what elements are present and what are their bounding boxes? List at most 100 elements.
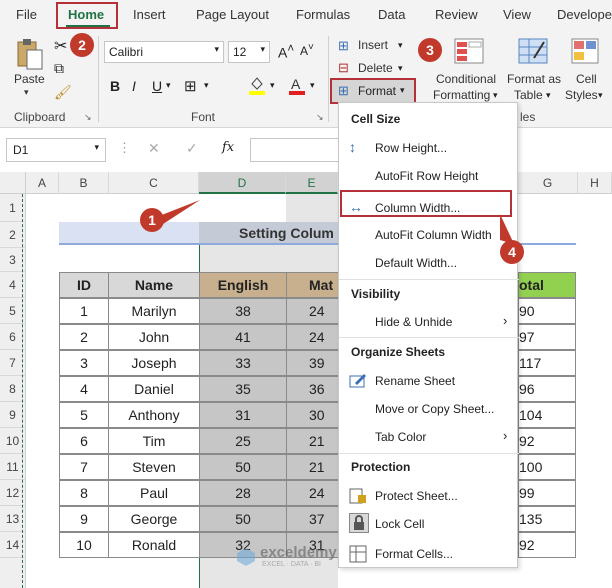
column-header-g[interactable]: G <box>518 172 578 194</box>
chevron-down-icon[interactable]: ▾ <box>493 90 498 101</box>
font-name-box[interactable]: Calibri ▾ <box>104 41 224 63</box>
cell-math[interactable]: 21 <box>286 428 339 454</box>
paste-dropdown-icon[interactable]: ▾ <box>24 87 29 98</box>
tab-page-layout[interactable]: Page Layout <box>196 7 269 22</box>
cell-total[interactable]: 90 <box>518 298 576 324</box>
cell-math[interactable]: 24 <box>286 298 339 324</box>
cell-english[interactable]: 31 <box>199 402 287 428</box>
cell-id[interactable]: 1 <box>59 298 109 324</box>
cell-styles-label-2[interactable]: Styles <box>565 88 598 102</box>
menu-item-rename-sheet[interactable]: Rename Sheet <box>375 374 455 388</box>
cell-math[interactable]: 24 <box>286 480 339 506</box>
active-cell-d1[interactable] <box>199 194 286 222</box>
menu-item-hide-unhide[interactable]: Hide & Unhide <box>375 315 452 329</box>
cell-name[interactable]: Paul <box>108 480 200 506</box>
cell-total[interactable]: 100 <box>518 454 576 480</box>
font-size-box[interactable]: 12 ▾ <box>228 41 270 63</box>
cell-english[interactable]: 38 <box>199 298 287 324</box>
format-as-table-label-2[interactable]: Table <box>514 88 543 102</box>
conditional-formatting-label-1[interactable]: Conditional <box>436 72 496 86</box>
tab-formulas[interactable]: Formulas <box>296 7 350 22</box>
copy-icon[interactable]: ⧉ <box>54 60 64 77</box>
menu-item-protect-sheet[interactable]: Protect Sheet... <box>375 489 458 503</box>
conditional-formatting-label-2[interactable]: Formatting <box>433 88 490 102</box>
chevron-down-icon[interactable]: ▾ <box>270 80 275 91</box>
font-launcher-icon[interactable]: ↘ <box>316 112 324 123</box>
chevron-down-icon[interactable]: ▾ <box>546 90 551 101</box>
tab-data[interactable]: Data <box>378 7 405 22</box>
select-all-corner[interactable] <box>0 172 26 194</box>
column-header-h[interactable]: H <box>578 172 612 194</box>
paste-label[interactable]: Paste <box>14 72 45 86</box>
cell-english[interactable]: 35 <box>199 376 287 402</box>
fill-color-icon[interactable] <box>248 75 266 95</box>
menu-item-autofit-column-width[interactable]: AutoFit Column Width <box>375 228 492 242</box>
cell-english[interactable]: 50 <box>199 506 287 532</box>
underline-icon[interactable]: U <box>152 78 162 94</box>
cell-id[interactable]: 10 <box>59 532 109 558</box>
cell-name[interactable]: Joseph <box>108 350 200 376</box>
cell-id[interactable]: 3 <box>59 350 109 376</box>
delete-cells-icon[interactable]: ⊟ <box>338 60 349 76</box>
menu-item-tab-color[interactable]: Tab Color <box>375 430 426 444</box>
menu-item-autofit-row-height[interactable]: AutoFit Row Height <box>375 169 478 183</box>
menu-item-row-height[interactable]: Row Height... <box>375 141 447 155</box>
cell-styles-icon[interactable] <box>571 38 599 64</box>
cut-icon[interactable]: ✂ <box>54 36 67 56</box>
chevron-down-icon[interactable]: ▾ <box>310 80 315 91</box>
format-painter-icon[interactable]: 🖌 <box>54 84 72 101</box>
cell-name[interactable]: John <box>108 324 200 350</box>
tab-insert[interactable]: Insert <box>133 7 166 22</box>
cell-name[interactable]: George <box>108 506 200 532</box>
clipboard-launcher-icon[interactable]: ↘ <box>84 112 92 123</box>
cell-math[interactable]: 21 <box>286 454 339 480</box>
menu-item-default-width[interactable]: Default Width... <box>375 256 457 270</box>
cell-total[interactable]: 117 <box>518 350 576 376</box>
chevron-down-icon[interactable]: ▾ <box>398 63 403 74</box>
cancel-icon[interactable]: ✕ <box>148 140 160 157</box>
cell-math[interactable]: 36 <box>286 376 339 402</box>
formula-input[interactable] <box>250 138 340 162</box>
cell-id[interactable]: 8 <box>59 480 109 506</box>
chevron-down-icon[interactable]: ▾ <box>398 40 403 51</box>
cell-name[interactable]: Daniel <box>108 376 200 402</box>
cell-math[interactable]: 37 <box>286 506 339 532</box>
delete-label[interactable]: Delete <box>358 61 393 75</box>
cell-id[interactable]: 2 <box>59 324 109 350</box>
font-color-icon[interactable]: A <box>288 75 306 95</box>
cell-english[interactable]: 50 <box>199 454 287 480</box>
cell-total[interactable]: 99 <box>518 480 576 506</box>
menu-item-format-cells[interactable]: Format Cells... <box>375 547 453 561</box>
cell-id[interactable]: 9 <box>59 506 109 532</box>
column-header-b[interactable]: B <box>59 172 109 194</box>
column-header-d[interactable]: D <box>199 172 286 194</box>
cell-name[interactable]: Anthony <box>108 402 200 428</box>
bold-icon[interactable]: B <box>110 78 120 94</box>
decrease-font-icon[interactable]: A˅ <box>300 42 314 58</box>
tab-review[interactable]: Review <box>435 7 478 22</box>
chevron-down-icon[interactable]: ▾ <box>598 90 603 101</box>
increase-font-icon[interactable]: A˄ <box>278 42 294 61</box>
cell-total[interactable]: 92 <box>518 532 576 558</box>
cell-id[interactable]: 5 <box>59 402 109 428</box>
cell-english[interactable]: 41 <box>199 324 287 350</box>
insert-cells-icon[interactable]: ⊞ <box>338 38 349 54</box>
borders-icon[interactable]: ⊞ <box>184 77 197 95</box>
insert-label[interactable]: Insert <box>358 38 388 52</box>
menu-item-lock-cell[interactable]: Lock Cell <box>375 517 424 531</box>
cell-total[interactable]: 92 <box>518 428 576 454</box>
chevron-down-icon[interactable]: ▾ <box>166 80 171 91</box>
chevron-down-icon[interactable]: ▾ <box>204 80 209 91</box>
cell-english[interactable]: 28 <box>199 480 287 506</box>
cell-total[interactable]: 96 <box>518 376 576 402</box>
cell-name[interactable]: Tim <box>108 428 200 454</box>
menu-item-move-copy-sheet[interactable]: Move or Copy Sheet... <box>375 402 494 416</box>
format-as-table-label-1[interactable]: Format as <box>507 72 561 86</box>
cell-math[interactable]: 39 <box>286 350 339 376</box>
cell-english[interactable]: 33 <box>199 350 287 376</box>
column-header-a[interactable]: A <box>26 172 59 194</box>
cell-english[interactable]: 25 <box>199 428 287 454</box>
column-header-e[interactable]: E <box>286 172 338 194</box>
tab-file[interactable]: File <box>16 7 37 22</box>
enter-icon[interactable]: ✓ <box>186 140 198 157</box>
